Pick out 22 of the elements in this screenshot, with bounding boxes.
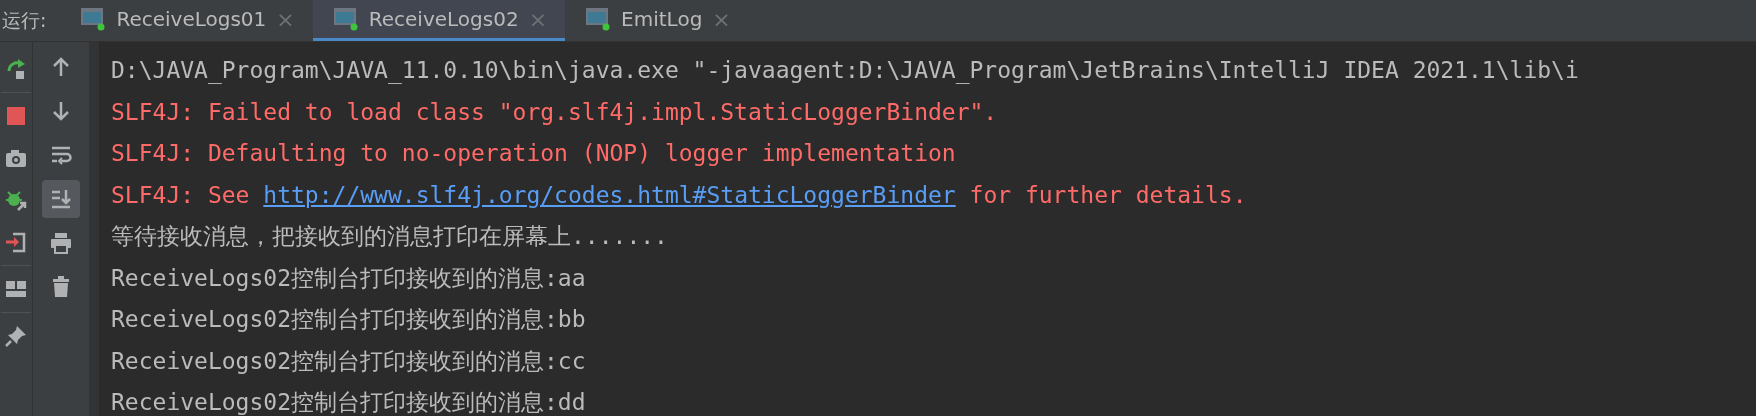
console-line: ReceiveLogs02控制台打印接收到的消息:aa	[111, 263, 587, 293]
tab[interactable]: ReceiveLogs01 ×	[60, 0, 313, 41]
console-window-icon	[332, 7, 359, 31]
stop-icon[interactable]	[4, 104, 28, 128]
console-window-icon	[80, 7, 107, 31]
exit-icon[interactable]	[4, 230, 28, 254]
run-label: 运行:	[1, 7, 48, 33]
console-line: D:\JAVA_Program\JAVA_11.0.10\bin\java.exe "-javaagent:D:\JAVA_Program\JetBrains\IntelliJ IDEA 2021.1\lib\i	[111, 56, 1580, 86]
console-line: SLF4J: See http://www.slf4j.org/codes.html#StaticLoggerBinder for further details.	[111, 180, 1248, 210]
link[interactable]: http://www.slf4j.org/codes.html#StaticLoggerBinder	[263, 181, 956, 208]
console-line: SLF4J: Defaulting to no-operation (NOP) logger implementation	[111, 139, 957, 168]
bug-icon[interactable]	[4, 188, 28, 212]
pin-icon[interactable]	[4, 324, 28, 348]
tab[interactable]: EmitLog ×	[565, 0, 749, 41]
console-window-icon	[585, 7, 612, 31]
scroll-to-end-icon[interactable]	[42, 180, 80, 218]
console-line: ReceiveLogs02控制台打印接收到的消息:cc	[111, 346, 587, 376]
console-line: SLF4J: Failed to load class "org.slf4j.impl.StaticLoggerBinder".	[111, 97, 999, 127]
console-line: 等待接收消息，把接收到的消息打印在屏幕上.......	[111, 222, 669, 251]
console-line: ReceiveLogs02控制台打印接收到的消息:dd	[111, 388, 587, 416]
console-line: ReceiveLogs02控制台打印接收到的消息:bb	[111, 305, 587, 334]
tab[interactable]: ReceiveLogs02 ×	[312, 0, 566, 41]
